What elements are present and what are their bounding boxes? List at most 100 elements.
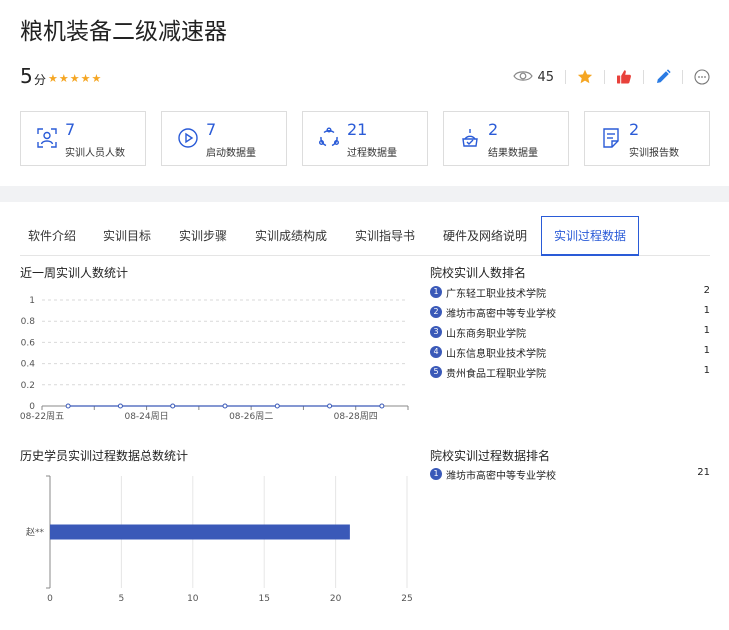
list-item: 1 潍坊市高密中等专业学校 21 [430,464,710,484]
data-point [222,403,228,409]
process-rank-title: 院校实训过程数据排名 [430,449,551,463]
rank-badge: 1 [430,286,442,298]
favorite-star-icon[interactable] [577,69,593,85]
page-title: 粮机装备二级减速器 [20,19,227,45]
stat-label: 实训报告数 [629,148,679,159]
data-point [327,403,333,409]
tab-process-data[interactable]: 实训过程数据 [541,216,640,256]
data-point [379,403,385,409]
stat-card-results[interactable]: 2 结果数据量 [443,111,569,166]
list-item: 1 广东轻工职业技术学院 2 [430,282,710,302]
x-tick-label: 25 [401,594,412,604]
school-rank-title: 院校实训人数排名 [430,266,527,280]
section-divider [0,186,729,202]
tab-training-steps[interactable]: 实训步骤 [179,216,227,256]
process-rank-list: 1 潍坊市高密中等专业学校 21 [430,464,710,484]
weekly-chart-title: 近一周实训人数统计 [20,266,129,280]
history-chart-title: 历史学员实训过程数据总数统计 [20,449,189,463]
tab-hardware-network[interactable]: 硬件及网络说明 [443,216,527,256]
x-tick-label: 08-24周日 [124,411,168,422]
rank-badge: 4 [430,346,442,358]
result-check-icon [459,127,481,149]
school-name: 潍坊市高密中等专业学校 [446,309,556,320]
bar [50,524,350,540]
x-tick-label: 08-28周四 [334,411,378,422]
rating-row: 5 分 ★★★★★ 45 [20,64,710,90]
list-item: 3 山东商务职业学院 1 [430,322,710,342]
report-doc-icon [600,127,622,149]
school-name: 山东信息职业技术学院 [446,349,546,360]
stat-label: 实训人员人数 [65,148,125,159]
tab-software-intro[interactable]: 软件介绍 [28,216,76,256]
list-item: 5 贵州食品工程职业学院 1 [430,362,710,382]
y-tick-label: 0.8 [21,317,36,327]
x-tick-label: 08-26周二 [229,411,273,422]
rank-badge: 2 [430,306,442,318]
data-point [65,403,71,409]
divider [643,70,644,84]
school-name: 贵州食品工程职业学院 [446,369,546,380]
y-tick-label: 0.6 [21,338,36,348]
y-tick-label: 0 [29,402,35,412]
people-scan-icon [36,127,58,149]
school-rank-list: 1 广东轻工职业技术学院 2 2 潍坊市高密中等专业学校 1 3 山东商务职业学… [430,282,710,382]
school-name: 潍坊市高密中等专业学校 [446,471,556,482]
school-name: 广东轻工职业技术学院 [446,289,546,300]
school-name: 山东商务职业学院 [446,329,526,340]
stat-value: 2 [629,120,640,139]
data-point [274,403,280,409]
tab-training-goals[interactable]: 实训目标 [103,216,151,256]
y-tick-label: 0.4 [21,360,36,370]
divider [565,70,566,84]
score-value: 5 [20,64,33,88]
divider [604,70,605,84]
rank-badge: 5 [430,366,442,378]
score-unit: 分 [34,73,47,87]
x-tick-label: 10 [187,594,199,604]
tab-bar: 软件介绍 实训目标 实训步骤 实训成绩构成 实训指导书 硬件及网络说明 实训过程… [20,216,710,256]
stat-value: 21 [347,120,368,139]
rank-value: 1 [703,325,710,336]
stat-value: 7 [65,120,76,139]
rank-badge: 1 [430,468,442,480]
x-tick-label: 5 [119,594,125,604]
stat-card-process[interactable]: 21 过程数据量 [302,111,428,166]
stat-value: 2 [488,120,499,139]
list-item: 2 潍坊市高密中等专业学校 1 [430,302,710,322]
x-tick-label: 0 [47,594,53,604]
rank-value: 21 [697,467,710,478]
process-cycle-icon [318,127,340,149]
tab-training-guide[interactable]: 实训指导书 [355,216,415,256]
star-rating: ★★★★★ [48,72,103,85]
y-category-label: 赵** [26,526,45,538]
more-options-icon[interactable] [694,69,710,85]
list-item: 4 山东信息职业技术学院 1 [430,342,710,362]
play-icon [177,127,199,149]
stat-label: 启动数据量 [206,148,256,159]
stat-card-starts[interactable]: 7 启动数据量 [161,111,287,166]
weekly-line-chart: 0 0.2 0.4 0.6 0.8 1 08-22周五 08-24周日 08-26周二 08-28… [20,296,409,422]
edit-pencil-icon[interactable] [655,69,671,85]
stat-card-reports[interactable]: 2 实训报告数 [584,111,710,166]
rank-value: 1 [703,305,710,316]
divider [682,70,683,84]
views-counter: 45 [513,68,554,87]
y-tick-label: 1 [29,296,35,306]
rank-value: 1 [703,365,710,376]
rank-value: 1 [703,345,710,356]
action-bar: 45 [513,67,710,87]
stat-label: 过程数据量 [347,148,397,159]
stat-card-trainees[interactable]: 7 实训人员人数 [20,111,146,166]
x-tick-label: 15 [258,594,269,604]
views-count: 45 [537,69,554,85]
x-tick-label: 08-22周五 [20,411,64,422]
tab-score-composition[interactable]: 实训成绩构成 [255,216,327,256]
rank-value: 2 [703,285,710,296]
x-tick-label: 20 [330,594,342,604]
data-point [170,403,176,409]
rank-badge: 3 [430,326,442,338]
stat-label: 结果数据量 [488,148,538,159]
eye-icon [513,68,534,87]
y-tick-label: 0.2 [21,381,35,391]
thumbs-up-icon[interactable] [616,69,632,85]
